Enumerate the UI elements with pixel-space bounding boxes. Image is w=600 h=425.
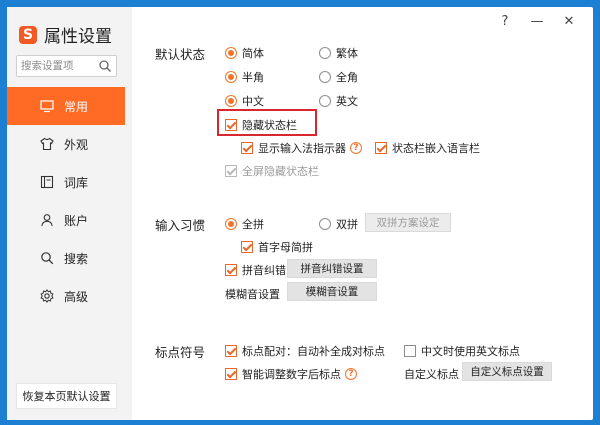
app-title: 属性设置	[44, 27, 112, 47]
fuzzy-sound-label: 模糊音设置	[225, 288, 280, 301]
sidebar-item-lexicon[interactable]: 词库	[7, 163, 125, 201]
option-label: 双拼	[336, 218, 358, 231]
search-icon	[40, 251, 54, 265]
gear-icon	[40, 289, 54, 303]
option-label: 状态栏嵌入语言栏	[392, 142, 480, 155]
sidebar-item-common[interactable]: 常用	[7, 87, 125, 125]
default-state-heading: 默认状态	[155, 47, 206, 62]
option-label: 隐藏状态栏	[242, 119, 297, 132]
radio-unchecked-icon	[319, 47, 331, 59]
checkbox-checked-icon	[241, 241, 253, 253]
chinese-use-english-punct-checkbox[interactable]: 中文时使用英文标点	[404, 343, 520, 359]
sidebar-item-label: 词库	[64, 175, 89, 190]
checkbox-checked-icon	[375, 142, 387, 154]
sogou-logo-icon: S	[19, 25, 37, 44]
sidebar-item-label: 外观	[64, 137, 89, 152]
pinyin-correction-checkbox[interactable]: 拼音纠错	[225, 262, 286, 278]
help-icon[interactable]: ?	[350, 142, 362, 154]
sidebar-item-label: 搜索	[64, 251, 89, 266]
option-label: 繁体	[336, 47, 358, 60]
punctuation-pairing-checkbox[interactable]: 标点配对：自动补全成对标点	[225, 343, 385, 359]
settings-window: S 属性设置 常用 外观 词库	[7, 7, 593, 420]
option-label: 中文时使用英文标点	[421, 345, 520, 358]
radio-checked-icon	[225, 71, 237, 83]
hide-status-bar-checkbox[interactable]: 隐藏状态栏	[225, 117, 297, 133]
radio-unchecked-icon	[319, 95, 331, 107]
restore-defaults-button[interactable]: 恢复本页默认设置	[16, 383, 117, 409]
settings-content: 默认状态 简体 繁体 半角 全角 中文 英文 隐藏状态栏 显示输入法指示器 ? …	[132, 7, 593, 420]
option-label: 拼音纠错	[242, 264, 286, 277]
initial-abbrev-checkbox[interactable]: 首字母简拼	[241, 239, 313, 255]
checkbox-checked-icon	[225, 368, 237, 380]
traditional-radio[interactable]: 繁体	[319, 45, 358, 61]
show-ime-indicator-checkbox[interactable]: 显示输入法指示器 ?	[241, 140, 362, 156]
checkbox-checked-icon	[225, 165, 237, 177]
option-label: 半角	[242, 71, 264, 84]
search-input[interactable]	[17, 56, 95, 76]
checkbox-checked-icon	[225, 119, 237, 131]
half-width-radio[interactable]: 半角	[225, 69, 264, 85]
fullscreen-hide-checkbox[interactable]: 全屏隐藏状态栏	[225, 163, 319, 179]
full-width-radio[interactable]: 全角	[319, 69, 358, 85]
option-label: 全角	[336, 71, 358, 84]
sidebar-item-account[interactable]: 账户	[7, 201, 125, 239]
radio-checked-icon	[225, 47, 237, 59]
shirt-icon	[40, 137, 54, 151]
sidebar-item-label: 高级	[64, 289, 89, 304]
sidebar: S 属性设置 常用 外观 词库	[7, 7, 132, 420]
sidebar-item-advanced[interactable]: 高级	[7, 277, 125, 315]
checkbox-checked-icon	[241, 142, 253, 154]
option-label: 智能调整数字后标点	[242, 368, 341, 381]
punctuation-heading: 标点符号	[155, 345, 206, 360]
fuzzy-sound-settings-button[interactable]: 模糊音设置	[287, 282, 377, 301]
input-habit-heading: 输入习惯	[155, 218, 206, 233]
chinese-radio[interactable]: 中文	[225, 93, 264, 109]
custom-punct-settings-button[interactable]: 自定义标点设置	[462, 362, 552, 381]
search-box[interactable]	[16, 55, 117, 77]
simplified-radio[interactable]: 简体	[225, 45, 264, 61]
option-label: 全拼	[242, 218, 264, 231]
radio-checked-icon	[225, 218, 237, 230]
book-icon	[40, 175, 54, 189]
option-label: 显示输入法指示器	[258, 142, 346, 155]
option-label: 首字母简拼	[258, 241, 313, 254]
embed-language-bar-checkbox[interactable]: 状态栏嵌入语言栏	[375, 140, 480, 156]
option-label: 英文	[336, 95, 358, 108]
sidebar-item-label: 常用	[64, 99, 89, 114]
radio-unchecked-icon	[319, 71, 331, 83]
monitor-icon	[40, 99, 54, 113]
english-radio[interactable]: 英文	[319, 93, 358, 109]
option-label: 中文	[242, 95, 264, 108]
user-icon	[40, 213, 54, 227]
radio-unchecked-icon	[319, 218, 331, 230]
search-icon[interactable]	[98, 59, 112, 73]
double-pinyin-scheme-button[interactable]: 双拼方案设定	[365, 213, 451, 232]
checkbox-checked-icon	[225, 264, 237, 276]
sidebar-item-search[interactable]: 搜索	[7, 239, 125, 277]
app-header: S 属性设置	[19, 22, 112, 47]
option-label: 标点配对：自动补全成对标点	[242, 345, 385, 358]
help-icon[interactable]: ?	[345, 368, 357, 380]
pinyin-correction-settings-button[interactable]: 拼音纠错设置	[287, 259, 377, 278]
sidebar-item-label: 账户	[64, 213, 89, 228]
sidebar-item-appearance[interactable]: 外观	[7, 125, 125, 163]
checkbox-checked-icon	[225, 345, 237, 357]
radio-checked-icon	[225, 95, 237, 107]
custom-punct-label: 自定义标点	[404, 368, 459, 381]
smart-adjust-checkbox[interactable]: 智能调整数字后标点 ?	[225, 366, 357, 382]
option-label: 全屏隐藏状态栏	[242, 165, 319, 178]
checkbox-unchecked-icon	[404, 345, 416, 357]
double-pinyin-radio[interactable]: 双拼	[319, 216, 358, 232]
option-label: 简体	[242, 47, 264, 60]
full-pinyin-radio[interactable]: 全拼	[225, 216, 264, 232]
